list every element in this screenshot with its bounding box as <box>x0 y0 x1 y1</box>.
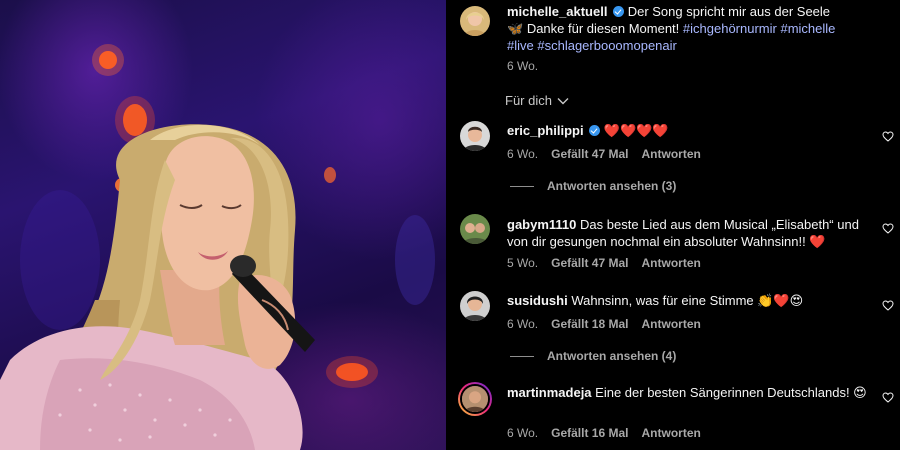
comment-meta: 5 Wo. Gefällt 47 Mal Antworten <box>507 256 714 270</box>
hashtag-link[interactable]: #ichgehörnurmir <box>683 21 777 36</box>
comment-body: susidushi Wahnsinn, was für eine Stimme … <box>507 292 877 309</box>
comment-meta: 6 Wo. Gefällt 47 Mal Antworten <box>507 147 714 161</box>
comment-likes[interactable]: Gefällt 47 Mal <box>551 256 628 270</box>
comment-text: Eine der besten Sängerinnen Deutschlands… <box>595 385 867 400</box>
comment-username[interactable]: gabym1110 <box>507 217 576 232</box>
comment-time[interactable]: 6 Wo. <box>507 317 538 331</box>
comment-body: martinmadeja Eine der besten Sängerinnen… <box>507 384 877 401</box>
performer-illustration <box>0 44 435 450</box>
comment-body: eric_philippi ❤️❤️❤️❤️ <box>507 122 857 139</box>
sort-dropdown[interactable]: Für dich <box>505 93 569 108</box>
comment-avatar[interactable] <box>460 121 490 151</box>
comment-likes[interactable]: Gefällt 18 Mal <box>551 317 628 331</box>
reply-button[interactable]: Antworten <box>642 256 701 270</box>
comment-likes[interactable]: Gefällt 47 Mal <box>551 147 628 161</box>
post-author-avatar[interactable] <box>460 6 490 36</box>
chevron-down-icon <box>557 97 569 104</box>
comment-username[interactable]: eric_philippi <box>507 123 584 138</box>
comment-avatar[interactable] <box>460 291 490 321</box>
comment-text: Wahnsinn, was für eine Stimme 👏❤️😍 <box>571 293 804 308</box>
comment-meta: 6 Wo. Gefällt 16 Mal Antworten <box>507 426 714 440</box>
reply-button[interactable]: Antworten <box>642 426 701 440</box>
comment-body: gabym1110 Das beste Lied aus dem Musical… <box>507 216 877 250</box>
comment-time[interactable]: 6 Wo. <box>507 426 538 440</box>
hashtag-link[interactable]: #live <box>507 38 534 53</box>
like-heart-icon[interactable] <box>882 131 894 142</box>
post-author-username[interactable]: michelle_aktuell <box>507 4 607 19</box>
replies-divider <box>510 185 534 187</box>
reply-button[interactable]: Antworten <box>642 317 701 331</box>
comment-likes[interactable]: Gefällt 16 Mal <box>551 426 628 440</box>
caption-thanks: Danke für diesen Moment! <box>526 21 680 36</box>
like-heart-icon[interactable] <box>882 300 894 311</box>
comment-username[interactable]: susidushi <box>507 293 568 308</box>
comment-meta: 6 Wo. Gefällt 18 Mal Antworten <box>507 317 714 331</box>
view-replies-button[interactable]: Antworten ansehen (3) <box>510 179 676 193</box>
view-replies-label: Antworten ansehen (4) <box>547 349 677 363</box>
comments-panel: michelle_aktuell Der Song spricht mir au… <box>446 0 900 450</box>
comment-text: ❤️❤️❤️❤️ <box>603 123 669 138</box>
hashtag-link[interactable]: #michelle <box>780 21 835 36</box>
comment-username[interactable]: martinmadeja <box>507 385 592 400</box>
sort-label: Für dich <box>505 93 552 108</box>
hashtag-link[interactable]: #schlagerbooomopenair <box>537 38 676 53</box>
like-heart-icon[interactable] <box>882 392 894 403</box>
like-heart-icon[interactable] <box>882 223 894 234</box>
butterfly-emoji-icon: 🦋 <box>507 21 524 36</box>
replies-divider <box>510 355 534 357</box>
story-ring-avatar[interactable] <box>458 382 492 416</box>
reply-button[interactable]: Antworten <box>642 147 701 161</box>
verified-badge-icon <box>613 6 625 17</box>
post-caption: michelle_aktuell Der Song spricht mir au… <box>507 3 837 54</box>
post-time[interactable]: 6 Wo. <box>507 59 538 73</box>
view-replies-label: Antworten ansehen (3) <box>547 179 677 193</box>
verified-badge-icon <box>589 125 601 136</box>
post-video[interactable] <box>0 0 446 450</box>
caption-text: Der Song spricht mir aus der Seele <box>627 4 831 19</box>
comment-time[interactable]: 5 Wo. <box>507 256 538 270</box>
comment-time[interactable]: 6 Wo. <box>507 147 538 161</box>
view-replies-button[interactable]: Antworten ansehen (4) <box>510 349 676 363</box>
comment-avatar[interactable] <box>460 214 490 244</box>
post-meta: 6 Wo. <box>507 59 551 73</box>
